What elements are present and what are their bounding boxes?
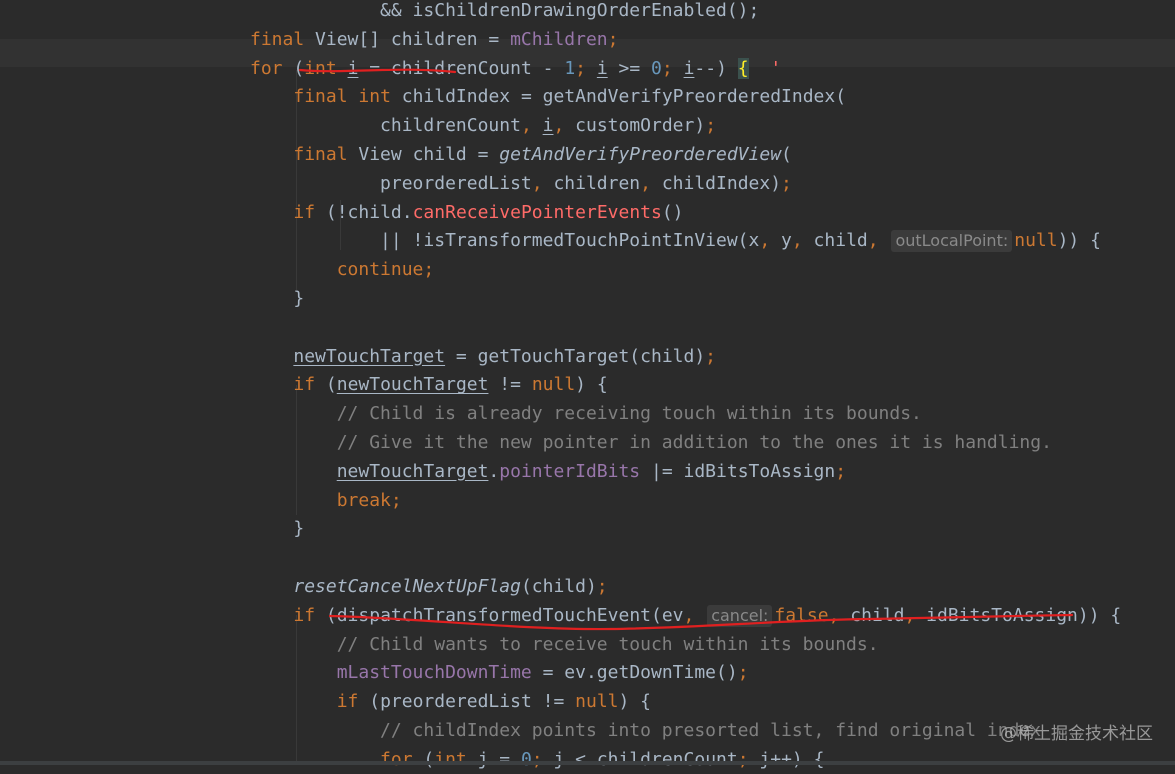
code-editor[interactable]: && isChildrenDrawingOrderEnabled(); final… [0, 0, 1175, 770]
watermark: @稀土掘金技术社区 [1000, 724, 1153, 744]
annotation-underline-for-loop [298, 68, 457, 74]
bottom-edge-bar [0, 761, 1175, 765]
annotation-underline-dispatch [328, 613, 1074, 631]
red-annotation-underlines [298, 68, 1074, 631]
